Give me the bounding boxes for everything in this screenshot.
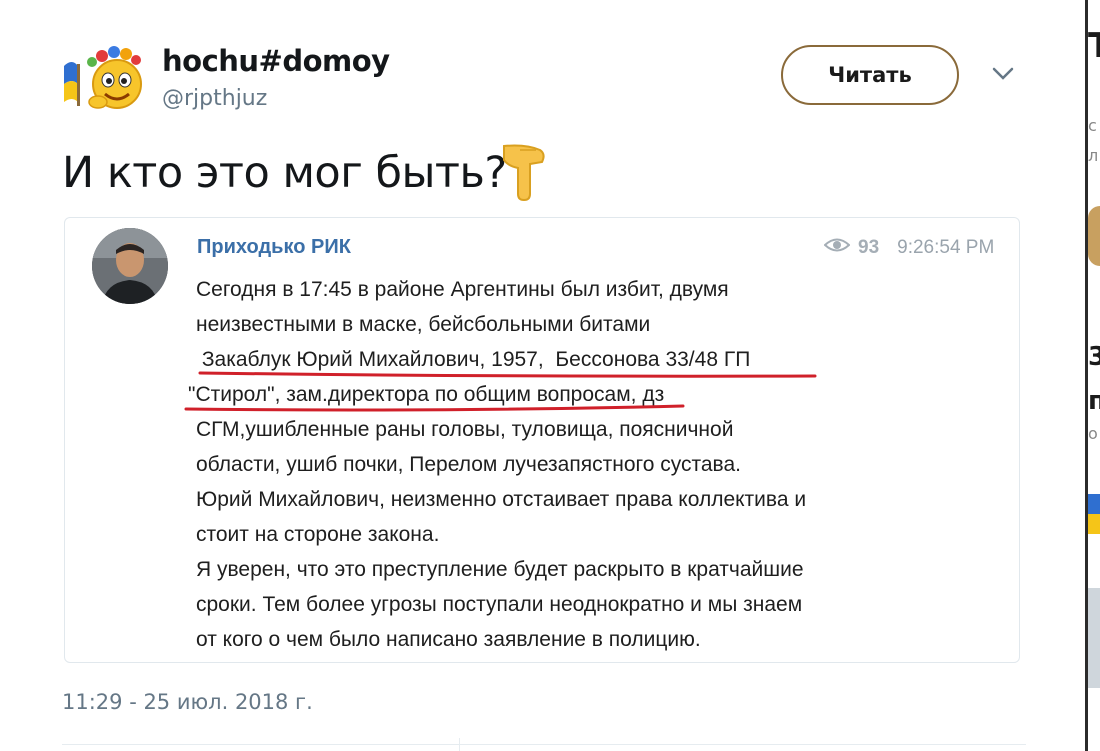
quoted-text: Сегодня в 17:45 в районе Аргентины был и… [188,272,916,657]
quoted-line: Сегодня в 17:45 в районе Аргентины был и… [196,278,729,301]
sidebar-fragment-text: с [1088,116,1097,135]
quoted-line: "Стирол", зам.директора по общим вопроса… [188,383,665,406]
view-count: 93 [858,237,880,258]
sidebar-fragment-text: пе [1088,386,1100,416]
quoted-line: от кого о чем было написано заявление в … [196,628,701,651]
quoted-line: неизвестными в маске, бейсбольными битам… [196,313,651,336]
quoted-author-avatar[interactable] [92,228,168,304]
divider [62,744,1026,745]
sidebar-fragment-text: о [1088,424,1098,443]
user-avatar[interactable] [62,44,148,112]
quoted-line: области, ушиб почки, Перелом лучезапястн… [196,453,741,476]
quoted-line: СГМ,ушибленные раны головы, туловища, по… [196,418,734,441]
sidebar-fragment-text: л [1088,146,1099,165]
follow-button[interactable]: Читать [781,45,959,105]
quoted-line: Закаблук Юрий Михайлович, 1957, Бессонов… [196,348,751,371]
tweet-container: hochu#domoy @rjpthjuz Читать И кто это м… [0,0,1085,751]
sidebar-fragment-text: Т [1088,26,1100,66]
display-name[interactable]: hochu#domoy [162,44,390,78]
quoted-time: 9:26:54 PM [897,237,995,258]
quoted-author-name[interactable]: Приходько РИК [197,236,351,259]
sidebar-avatar-fragment [1088,206,1100,266]
quoted-line: Юрий Михайлович, неизменно отстаивает пр… [196,488,807,511]
tweet-text: И кто это мог быть? [62,148,507,198]
user-handle[interactable]: @rjpthjuz [162,86,267,111]
sidebar-fragment-text: 3а [1088,342,1100,372]
sidebar-flag-fragment [1088,514,1100,534]
pointing-down-emoji [496,140,548,202]
right-sidebar-fragment: Т 3а пе с л о [1088,0,1100,751]
divider [459,738,460,751]
sidebar-image-fragment [1088,588,1100,688]
quoted-meta: 93 9:26:54 PM [823,236,995,260]
quoted-line: стоит на стороне закона. [196,523,440,546]
quoted-line: Я уверен, что это преступление будет рас… [196,558,804,581]
chevron-down-icon[interactable] [992,66,1014,82]
quoted-line: сроки. Тем более угрозы поступали неодно… [196,593,803,616]
sidebar-flag-fragment [1088,494,1100,514]
tweet-timestamp[interactable]: 11:29 - 25 июл. 2018 г. [62,690,313,714]
eye-icon [823,236,851,260]
